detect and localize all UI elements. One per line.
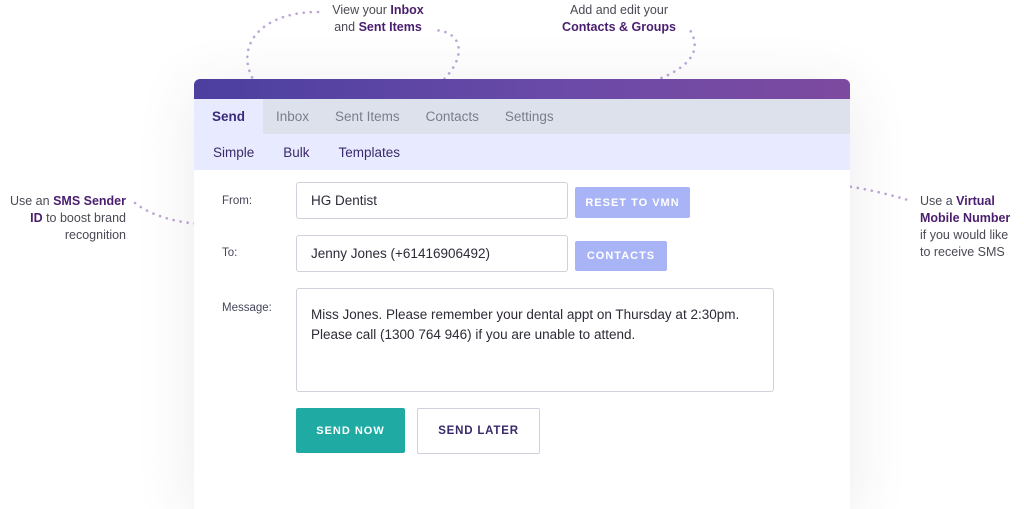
annotation-inbox: View your Inbox and Sent Items bbox=[300, 2, 456, 36]
to-label: To: bbox=[222, 247, 238, 259]
annotation-vmn: Use a Virtual Mobile Number if you would… bbox=[920, 193, 1020, 261]
annotation-text: Add and edit your bbox=[570, 3, 668, 17]
subtab-bulk[interactable]: Bulk bbox=[283, 145, 309, 160]
annotation-bold: Sent Items bbox=[358, 20, 422, 34]
tab-inbox[interactable]: Inbox bbox=[263, 99, 322, 134]
contacts-button[interactable]: CONTACTS bbox=[575, 241, 667, 271]
subtab-simple[interactable]: Simple bbox=[213, 145, 254, 160]
to-field[interactable]: Jenny Jones (+61416906492) bbox=[296, 235, 568, 272]
tab-send[interactable]: Send bbox=[194, 99, 264, 134]
from-field[interactable]: HG Dentist bbox=[296, 182, 568, 219]
subtab-templates[interactable]: Templates bbox=[339, 145, 401, 160]
annotation-text: Use an bbox=[9, 194, 54, 208]
main-tabs: Send Inbox Sent Items Contacts Settings bbox=[194, 99, 850, 134]
sub-tabs: Simple Bulk Templates bbox=[194, 134, 850, 170]
tab-contacts[interactable]: Contacts bbox=[413, 99, 492, 134]
annotation-text: Use a bbox=[920, 194, 957, 208]
annotation-text: to boost brand recognition bbox=[42, 211, 126, 242]
annotation-bold: Inbox bbox=[390, 3, 424, 17]
annotation-text: if you would like to receive SMS bbox=[920, 228, 1009, 259]
message-textarea[interactable]: Miss Jones. Please remember your dental … bbox=[296, 288, 774, 392]
annotation-text: View your bbox=[332, 3, 391, 17]
message-label: Message: bbox=[222, 302, 272, 314]
annotation-contacts: Add and edit your Contacts & Groups bbox=[540, 2, 698, 36]
tab-settings[interactable]: Settings bbox=[492, 99, 567, 134]
annotation-text: and bbox=[334, 20, 359, 34]
title-bar bbox=[194, 79, 850, 99]
send-now-button[interactable]: SEND NOW bbox=[296, 408, 405, 453]
send-later-button[interactable]: SEND LATER bbox=[417, 408, 540, 454]
annotation-sender-id: Use an SMS Sender ID to boost brand reco… bbox=[0, 193, 126, 244]
from-label: From: bbox=[222, 195, 253, 207]
app-window: Send Inbox Sent Items Contacts Settings … bbox=[194, 79, 850, 509]
annotation-bold: Contacts & Groups bbox=[562, 20, 676, 34]
reset-to-vmn-button[interactable]: RESET TO VMN bbox=[575, 187, 690, 218]
tab-sent-items[interactable]: Sent Items bbox=[322, 99, 413, 134]
